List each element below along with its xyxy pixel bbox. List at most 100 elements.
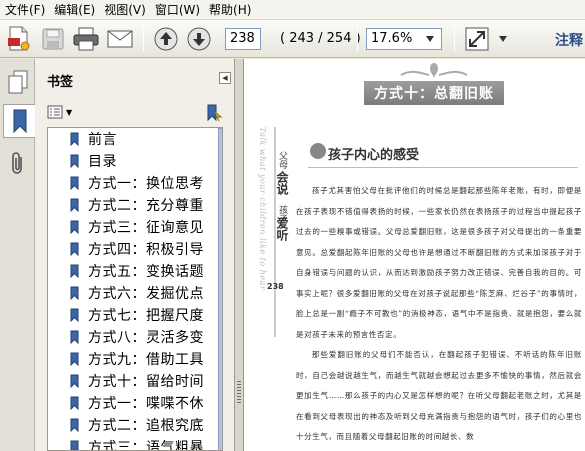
chevron-down-icon: ▼ [66, 107, 73, 117]
menu-file[interactable]: 文件(F) [0, 0, 49, 20]
bookmark-item[interactable]: 方式三：征询意见 [70, 216, 204, 238]
chevron-down-icon [426, 36, 434, 42]
next-page-button[interactable] [184, 24, 214, 54]
bookmark-item[interactable]: 方式五：变换话题 [70, 260, 204, 282]
menu-window[interactable]: 窗口(W) [150, 0, 204, 20]
create-pdf-icon [8, 26, 30, 51]
bookmark-icon [70, 396, 79, 410]
email-icon [107, 30, 133, 48]
page-total-label: ( 243 / 254 ) [280, 31, 361, 46]
bookmark-icon [70, 418, 79, 432]
comment-menu-label[interactable]: 注释 [555, 30, 583, 50]
bookmark-item[interactable]: 方式七：把握尺度 [70, 304, 204, 326]
full-screen-icon [465, 27, 489, 51]
bookmark-item[interactable]: 目录 [70, 150, 117, 172]
collapse-panel-button[interactable]: ◀ [219, 72, 231, 84]
print-button[interactable] [71, 24, 101, 54]
section-title: 孩子内心的感受 [328, 148, 420, 163]
bookmark-icon [70, 176, 79, 190]
chapter-title: 方式十：总翻旧账 [374, 86, 494, 102]
bookmarks-toolbar: ▼ [35, 97, 235, 127]
bookmark-icon [70, 242, 79, 256]
email-button[interactable] [105, 24, 135, 54]
toolbar-separator [357, 26, 358, 52]
zoom-dropdown-button[interactable] [420, 29, 440, 49]
bookmark-item[interactable]: 前言 [70, 128, 117, 150]
document-page: 方式十：总翻旧账 Talk what your children like to… [244, 59, 585, 451]
bookmark-label: 方式四：积极引导 [88, 242, 204, 258]
chevron-left-icon: ◀ [222, 74, 228, 82]
attachments-tab[interactable] [3, 147, 32, 181]
bookmark-scrollbar[interactable] [218, 128, 222, 450]
bookmark-icon [70, 440, 79, 450]
menu-help[interactable]: 帮助(H) [204, 0, 255, 20]
save-button[interactable] [38, 24, 68, 54]
bookmark-label: 前言 [88, 132, 117, 148]
bookmark-item[interactable]: 方式一：换位思考 [70, 172, 204, 194]
bookmark-icon [70, 264, 79, 278]
menu-bar: 文件(F) 编辑(E) 视图(V) 窗口(W) 帮助(H) [0, 0, 585, 20]
toolbar-separator [143, 26, 144, 52]
body-text: 孩子尤其害怕父母在批评他们的时候总是翻起那些陈年老账，有时，即便是在孩子表现不错… [296, 181, 582, 448]
section-bullet-icon [310, 143, 326, 159]
bookmark-label: 方式九：借助工具 [88, 352, 204, 368]
bookmark-options-button[interactable]: ▼ [47, 105, 72, 119]
arrow-down-icon [187, 27, 211, 51]
bookmark-item[interactable]: 方式二：充分尊重 [70, 194, 204, 216]
full-screen-button[interactable] [462, 24, 492, 54]
bookmark-item[interactable]: 方式三：语气粗暴 [70, 436, 204, 451]
bookmark-item[interactable]: 方式四：积极引导 [70, 238, 204, 260]
bookmark-item[interactable]: 方式二：追根究底 [70, 414, 204, 436]
bookmark-icon [70, 220, 79, 234]
bookmark-label: 目录 [88, 154, 117, 170]
chevron-down-icon [499, 36, 507, 42]
bookmark-label: 方式八：灵活多变 [88, 330, 204, 346]
bookmark-icon [70, 286, 79, 300]
paragraph: 孩子尤其害怕父母在批评他们的时候总是翻起那些陈年老账，有时，即便是在孩子表现不错… [296, 186, 582, 339]
bookmark-icon [70, 198, 79, 212]
bookmark-label: 方式五：变换话题 [88, 264, 204, 280]
toolbar-separator [454, 26, 455, 52]
section-divider [308, 167, 578, 168]
bookmark-label: 方式六：发掘优点 [88, 286, 204, 302]
bookmark-icon [70, 132, 79, 146]
previous-page-button[interactable] [151, 24, 181, 54]
chapter-title-banner: 方式十：总翻旧账 [364, 81, 504, 105]
bookmark-label: 方式三：征询意见 [88, 220, 204, 236]
pages-icon [8, 70, 27, 94]
splitter-grip[interactable] [237, 381, 241, 405]
bookmark-label: 方式三：语气粗暴 [88, 440, 204, 451]
bookmark-list: 前言目录方式一：换位思考方式二：充分尊重方式三：征询意见 方式四：积极引导 方式五：… [47, 127, 223, 451]
arrow-up-icon [154, 27, 178, 51]
menu-edit[interactable]: 编辑(E) [49, 0, 99, 20]
expand-bookmark-button[interactable] [205, 104, 223, 125]
bookmark-item[interactable]: 方式九：借助工具 [70, 348, 204, 370]
bookmark-icon [70, 330, 79, 344]
page-number-input[interactable]: 238 [225, 28, 261, 50]
bookmarks-tab[interactable] [3, 104, 35, 138]
paperclip-icon [11, 152, 22, 174]
bookmark-item[interactable]: 方式六：发掘优点 [70, 282, 204, 304]
bookmark-icon [70, 374, 79, 388]
bookmark-item[interactable]: 方式十：留给时间 [70, 370, 204, 392]
pages-tab[interactable] [3, 65, 32, 99]
bookmark-item[interactable]: 方式八：灵活多变 [70, 326, 204, 348]
navigation-rail [0, 59, 35, 451]
bookmark-icon [70, 308, 79, 322]
bookmark-label: 方式一：换位思考 [88, 176, 204, 192]
bookmark-label: 方式二：追根究底 [88, 418, 204, 434]
side-english-subtitle: Talk what your children like to hear [258, 127, 267, 291]
toolbar-options-button[interactable] [494, 24, 512, 54]
page-number: 238 [267, 282, 284, 291]
scrollbar-thumb[interactable] [218, 128, 222, 450]
menu-view[interactable]: 视图(V) [99, 0, 150, 20]
bookmark-label: 方式七：把握尺度 [88, 308, 204, 324]
bookmark-icon [70, 154, 79, 168]
panel-splitter[interactable] [235, 59, 244, 451]
bookmark-label: 方式一：喋喋不休 [88, 396, 204, 412]
create-pdf-button[interactable] [4, 24, 34, 54]
bookmark-icon [13, 109, 26, 133]
side-book-title: 父母 [277, 151, 287, 169]
bookmark-item[interactable]: 方式一：喋喋不休 [70, 392, 204, 414]
options-list-icon [47, 105, 63, 119]
